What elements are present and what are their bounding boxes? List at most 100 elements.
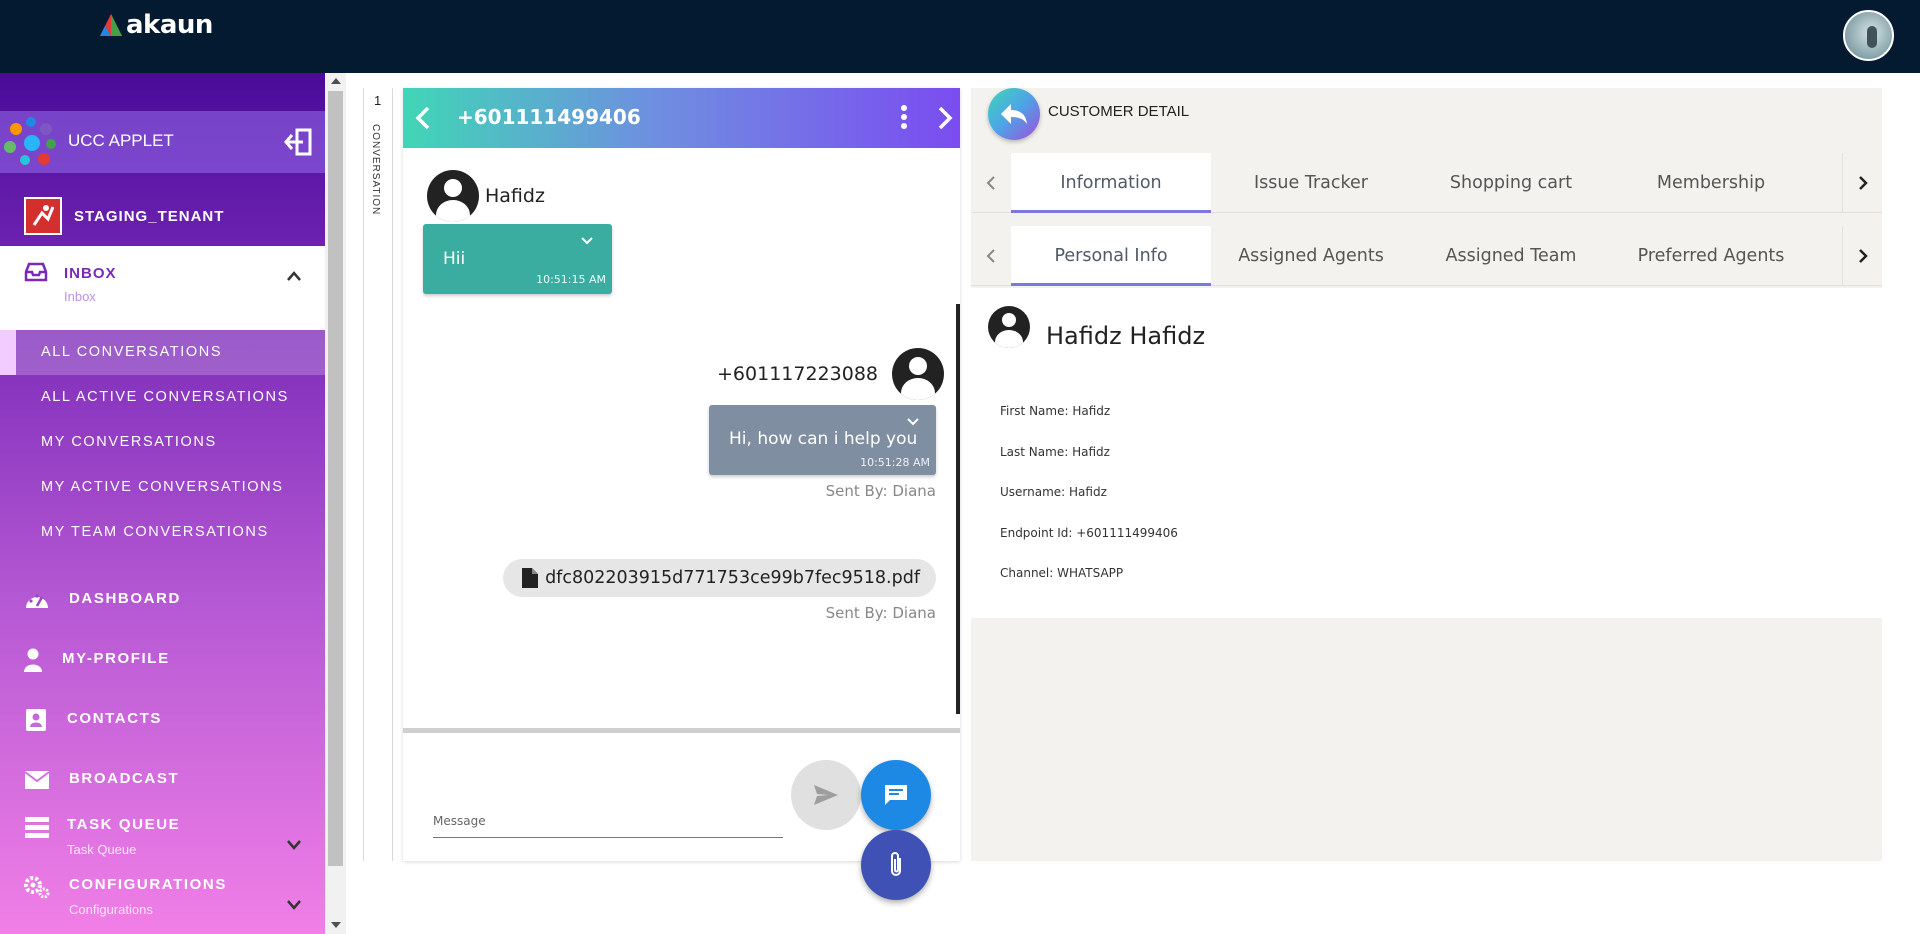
logout-icon[interactable] [283, 128, 313, 156]
tabs-scroll-right[interactable] [1842, 153, 1882, 213]
scroll-thumb[interactable] [328, 91, 343, 866]
sidebar-item-broadcast[interactable]: BROADCAST [0, 755, 325, 805]
tab-assigned-agents[interactable]: Assigned Agents [1211, 226, 1411, 286]
configurations-sublabel: Configurations [69, 902, 153, 917]
incoming-message-time: 10:51:15 AM [536, 273, 606, 286]
gears-icon [24, 876, 50, 899]
chevron-left-icon [986, 176, 995, 190]
sidebar-item-all-active-conversations[interactable]: ALL ACTIVE CONVERSATIONS [0, 375, 325, 420]
chevron-down-icon[interactable] [286, 899, 302, 911]
conversation-count: 1 [374, 93, 382, 108]
top-bar: akaun [0, 0, 1920, 73]
send-button[interactable] [791, 760, 861, 830]
tenant-selector[interactable]: STAGING_TENANT [24, 197, 224, 235]
dashboard-icon [26, 594, 48, 608]
file-sent-by: Sent By: Diana [825, 604, 936, 622]
conversation-tab-label[interactable]: CONVERSATION [370, 124, 381, 215]
message-placeholder: Message [433, 814, 486, 828]
sidebar-item-my-team-conversations[interactable]: MY TEAM CONVERSATIONS [0, 510, 325, 555]
outgoing-message-text: Hi, how can i help you [729, 429, 918, 449]
file-attachment[interactable]: dfc802203915d771753ce99b7fec9518.pdf [503, 559, 936, 597]
sidebar-item-my-profile[interactable]: MY-PROFILE [0, 635, 325, 685]
endpoint-id-field: Endpoint Id: +601111499406 [1000, 526, 1178, 540]
quick-reply-button[interactable] [861, 760, 931, 830]
tab-shopping-cart[interactable]: Shopping cart [1411, 153, 1611, 213]
configurations-label: CONFIGURATIONS [69, 876, 227, 893]
account-circle-icon [988, 306, 1030, 348]
chevron-up-icon[interactable] [286, 270, 302, 282]
tab-information[interactable]: Information [1011, 153, 1211, 213]
akaun-logo[interactable]: akaun [98, 10, 213, 40]
chevron-down-icon[interactable] [580, 236, 594, 246]
tab-assigned-team[interactable]: Assigned Team [1411, 226, 1611, 286]
incoming-message-text: Hii [443, 249, 466, 269]
task-queue-sublabel: Task Queue [67, 842, 137, 857]
chevron-left-icon[interactable] [413, 104, 433, 132]
inbox-icon [24, 262, 48, 282]
chat-messages[interactable]: Hafidz Hii 10:51:15 AM +601117223088 Hi,… [403, 148, 960, 733]
tab-personal-info[interactable]: Personal Info [1011, 226, 1211, 286]
broadcast-label: BROADCAST [69, 770, 180, 787]
dashboard-label: DASHBOARD [69, 590, 181, 607]
account-circle-icon [427, 170, 479, 222]
tenant-logo-icon [26, 199, 60, 233]
tabs-scroll-left[interactable] [971, 153, 1011, 213]
chat-panel: +601111499406 Hafidz Hii 10:51:15 AM +60… [403, 88, 960, 900]
scroll-down-arrow[interactable] [331, 922, 341, 928]
user-avatar[interactable] [1843, 10, 1894, 61]
sidebar-item-task-queue[interactable]: TASK QUEUE Task Queue [0, 809, 325, 859]
sidebar-item-inbox[interactable]: INBOX Inbox [0, 246, 325, 330]
conversation-tab-strip[interactable]: 1 CONVERSATION [363, 88, 393, 861]
tab-membership[interactable]: Membership [1611, 153, 1811, 213]
attach-button[interactable] [861, 830, 931, 900]
contacts-icon [26, 709, 46, 731]
chevron-down-icon[interactable] [286, 839, 302, 851]
reply-arrow-icon [1001, 104, 1027, 124]
outgoing-message-time: 10:51:28 AM [860, 456, 930, 469]
chevron-right-icon [1858, 249, 1868, 263]
message-composer: Message [403, 733, 960, 900]
detail-back-button[interactable] [988, 88, 1040, 140]
send-icon [814, 785, 838, 805]
person-icon [24, 648, 42, 672]
sidebar-item-contacts[interactable]: CONTACTS [0, 695, 325, 745]
contacts-label: CONTACTS [67, 710, 163, 727]
chat-scroll-indicator [956, 304, 960, 714]
subtabs-scroll-left[interactable] [971, 226, 1011, 286]
queue-icon [25, 817, 49, 838]
outgoing-sent-by: Sent By: Diana [825, 482, 936, 500]
sidebar-item-my-conversations[interactable]: MY CONVERSATIONS [0, 420, 325, 465]
username-field: Username: Hafidz [1000, 485, 1107, 499]
chevron-left-icon [986, 249, 995, 263]
scroll-up-arrow[interactable] [331, 78, 341, 84]
message-input[interactable]: Message [433, 808, 783, 838]
chevron-right-icon [1858, 176, 1868, 190]
incoming-sender-name: Hafidz [485, 185, 545, 207]
sidebar-item-my-active-conversations[interactable]: MY ACTIVE CONVERSATIONS [0, 465, 325, 510]
logo-text: akaun [126, 10, 213, 40]
sidebar-item-all-conversations[interactable]: ALL CONVERSATIONS [0, 330, 325, 375]
chat-icon [885, 785, 907, 805]
chevron-down-icon[interactable] [906, 417, 920, 427]
incoming-message-bubble[interactable]: Hii 10:51:15 AM [423, 224, 612, 294]
sidebar-item-dashboard[interactable]: DASHBOARD [0, 575, 325, 625]
customer-full-name: Hafidz Hafidz [1046, 322, 1206, 350]
inbox-label: INBOX [64, 265, 117, 282]
subtabs-scroll-right[interactable] [1842, 226, 1882, 286]
tab-issue-tracker[interactable]: Issue Tracker [1211, 153, 1411, 213]
first-name-field: First Name: Hafidz [1000, 404, 1111, 418]
outgoing-message-bubble[interactable]: Hi, how can i help you 10:51:28 AM [709, 405, 936, 475]
sidebar-item-configurations[interactable]: CONFIGURATIONS Configurations [0, 869, 325, 919]
tenant-logo [24, 197, 62, 235]
channel-field: Channel: WHATSAPP [1000, 566, 1124, 580]
applet-cluster-icon [2, 115, 60, 171]
akaun-logo-icon [100, 14, 122, 36]
tab-preferred-agents[interactable]: Preferred Agents [1611, 226, 1811, 286]
sidebar-scrollbar[interactable] [325, 73, 346, 934]
more-vert-icon[interactable] [900, 104, 908, 130]
chevron-right-icon[interactable] [935, 104, 955, 132]
detail-main-tabs: Information Issue Tracker Shopping cart … [971, 153, 1882, 213]
my-profile-label: MY-PROFILE [62, 650, 170, 667]
sidebar: UCC APPLET STAGING_TENANT INBOX Inbox AL [0, 73, 325, 934]
task-queue-label: TASK QUEUE [67, 816, 181, 833]
